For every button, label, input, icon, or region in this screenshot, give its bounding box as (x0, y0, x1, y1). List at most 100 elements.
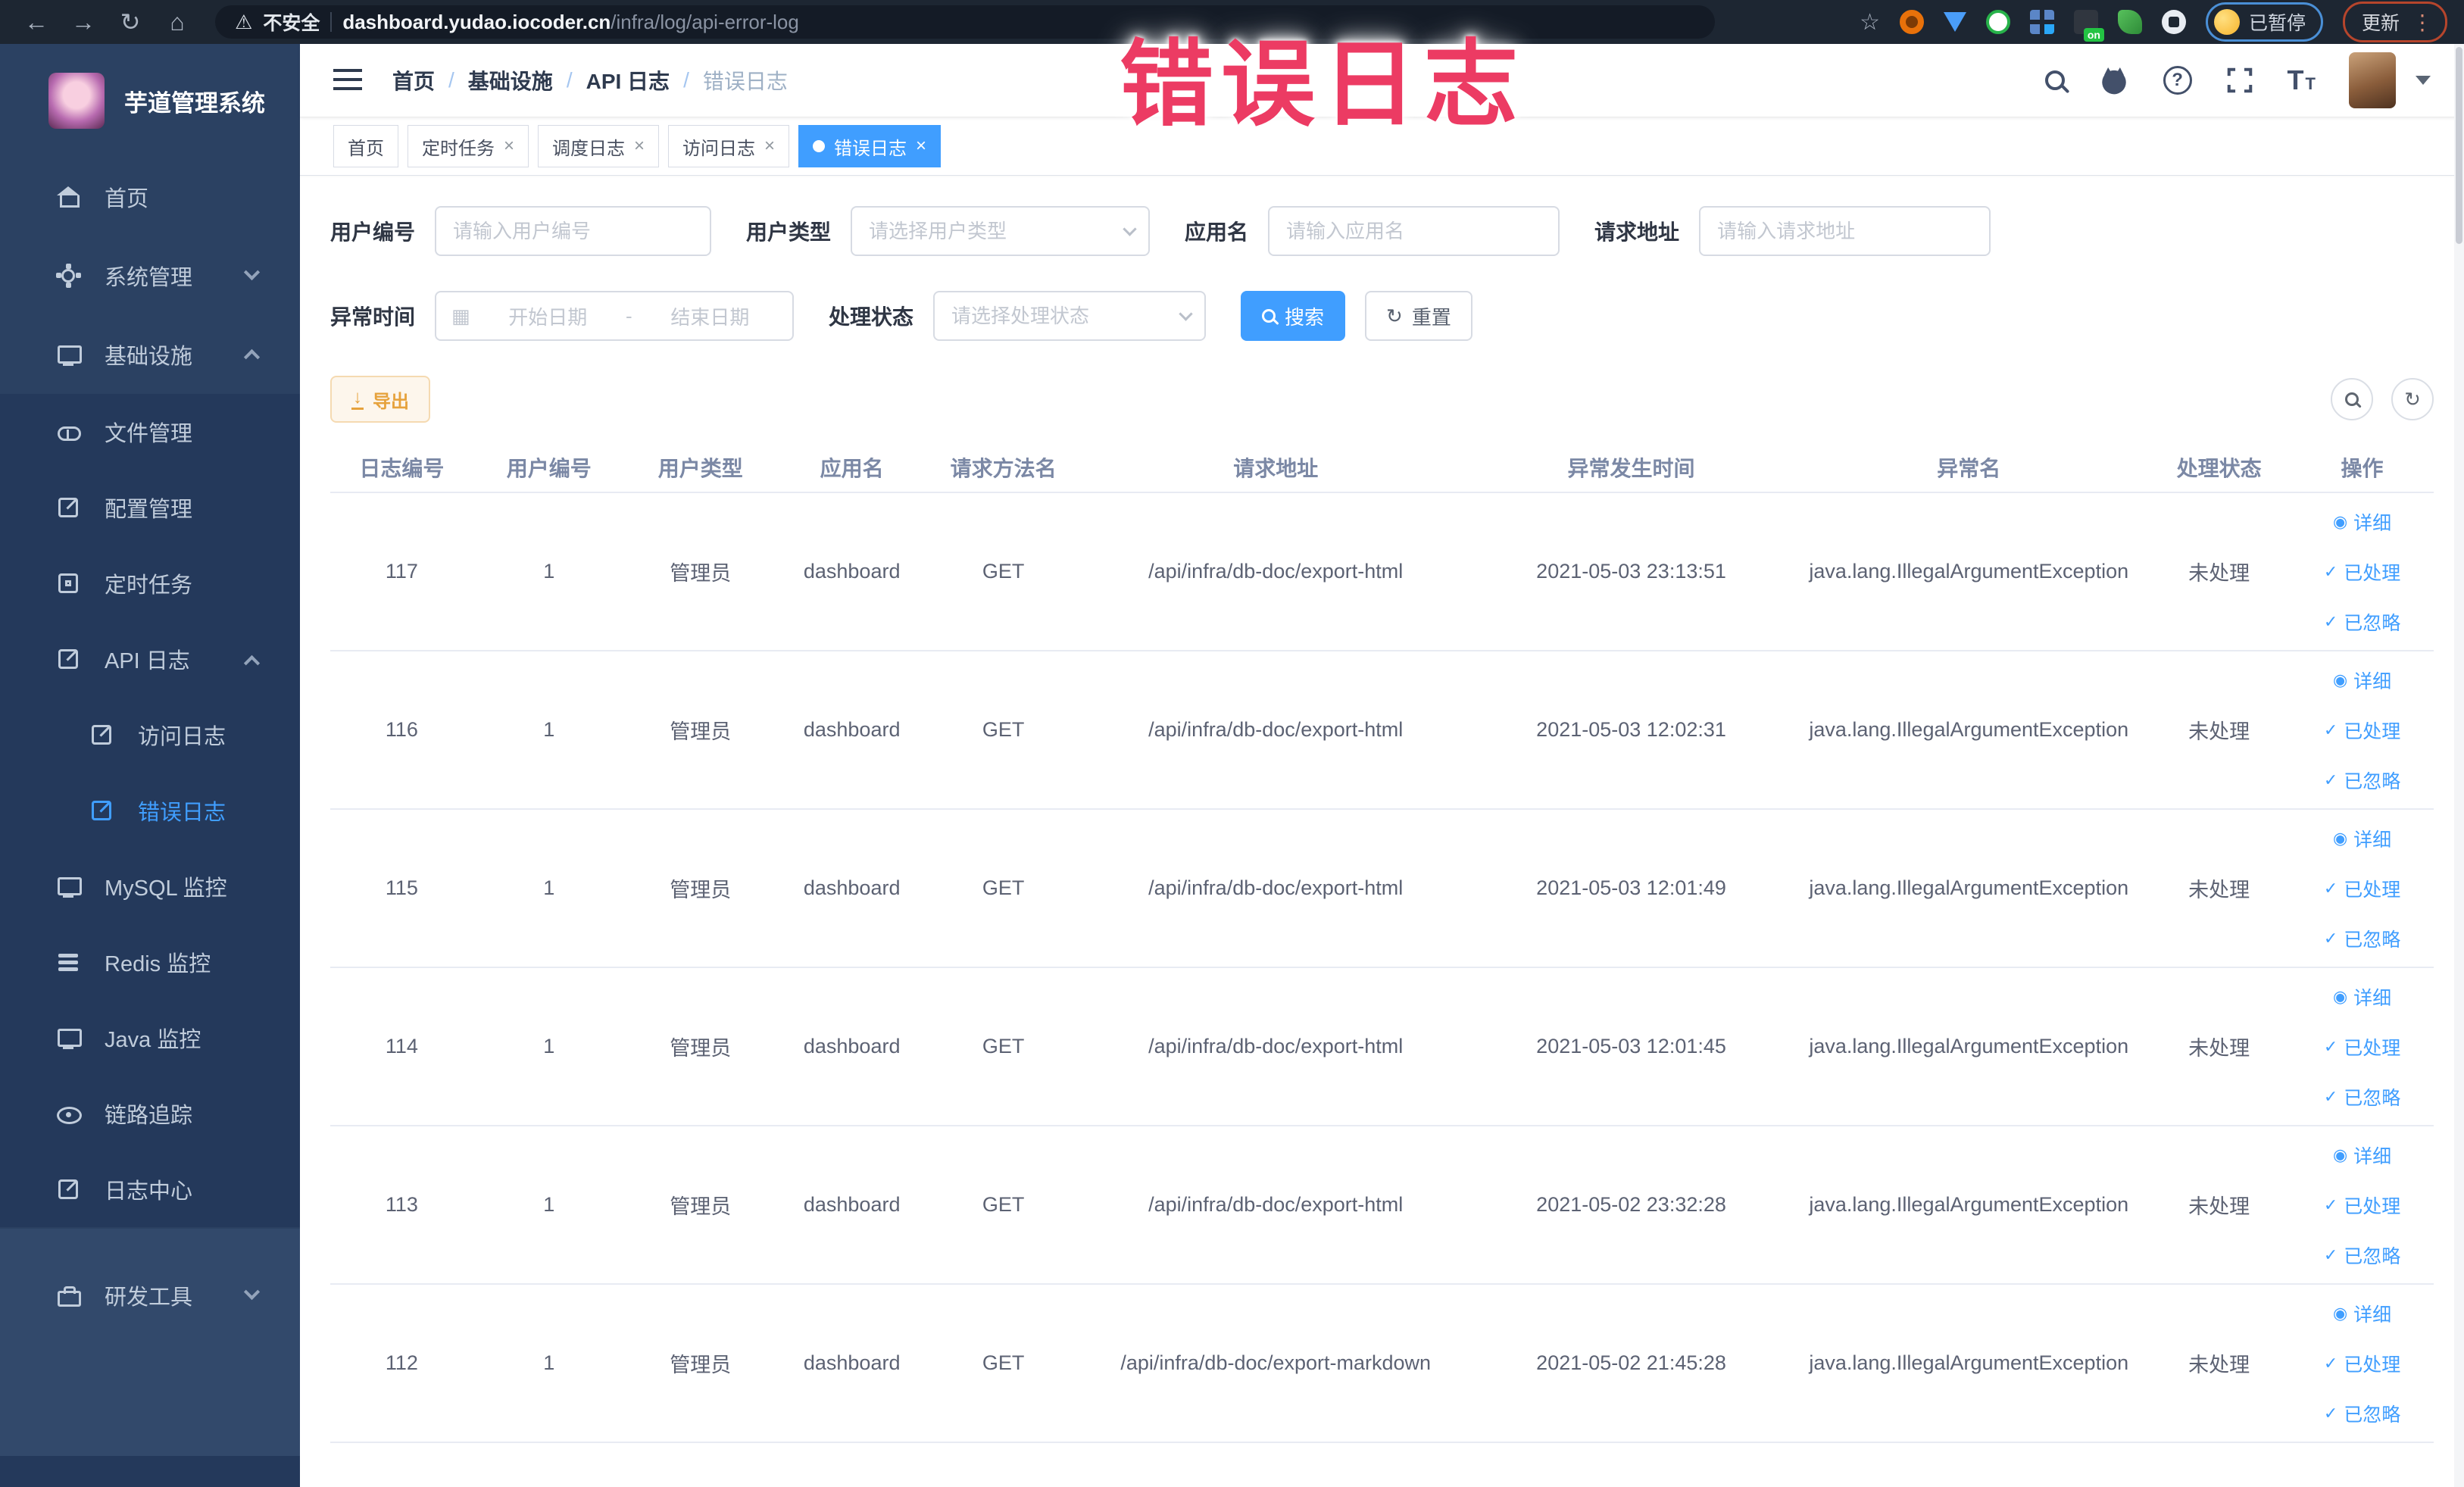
detail-link[interactable]: ◉ 详细 (2295, 814, 2429, 864)
redis-layers-icon (56, 950, 80, 974)
sidebar-item-home[interactable]: 首页 (0, 158, 300, 236)
tab-scheduled-tasks[interactable]: 定时任务 × (408, 125, 529, 167)
mark-ignored-link[interactable]: ✓ 已忽略 (2295, 1230, 2429, 1280)
user-type-select[interactable] (851, 206, 1151, 256)
browser-back-icon[interactable]: ← (17, 8, 56, 36)
close-icon[interactable]: × (764, 137, 775, 155)
security-label[interactable]: 不安全 (263, 8, 320, 36)
sidebar-item-trace[interactable]: 链路追踪 (0, 1076, 300, 1151)
sidebar-item-mysql-monitor[interactable]: MySQL 监控 (0, 848, 300, 924)
fullscreen-icon[interactable] (2225, 66, 2254, 95)
bookmark-star-icon[interactable]: ☆ (1860, 9, 1880, 36)
tab-access-log[interactable]: 访问日志 × (668, 125, 790, 167)
tab-home[interactable]: 首页 (333, 125, 398, 167)
sidebar-item-label: 链路追踪 (105, 1104, 193, 1128)
extension-icon-dark[interactable]: on (2073, 10, 2104, 42)
extension-icon-orange[interactable] (1899, 10, 1924, 34)
page-scrollbar[interactable] (2454, 44, 2464, 1487)
app-logo-row[interactable]: 芋道管理系统 (0, 44, 300, 158)
ignored-label: 已忽略 (2344, 1087, 2401, 1109)
reset-button[interactable]: ↻ 重置 (1365, 291, 1472, 341)
breadcrumb-home[interactable]: 首页 (392, 65, 435, 95)
mark-processed-link[interactable]: ✓ 已处理 (2295, 547, 2429, 597)
font-size-icon[interactable] (2288, 67, 2316, 94)
start-date-placeholder[interactable]: 开始日期 (481, 302, 615, 330)
paused-label: 已暂停 (2248, 13, 2306, 34)
close-icon[interactable]: × (504, 137, 514, 155)
close-icon[interactable]: × (634, 137, 645, 155)
browser-menu-icon[interactable]: ⋮ (2412, 10, 2433, 35)
user-type-select-input[interactable] (851, 206, 1151, 256)
sidebar-item-scheduled-tasks[interactable]: 定时任务 (0, 545, 300, 621)
sidebar-item-label: Java 监控 (105, 1028, 201, 1052)
browser-update-button[interactable]: 更新 ⋮ (2342, 2, 2447, 42)
detail-link[interactable]: ◉ 详细 (2295, 972, 2429, 1022)
avatar-caret-down-icon[interactable] (2416, 76, 2431, 85)
profile-paused-badge[interactable]: 已暂停 (2205, 2, 2323, 42)
url-text[interactable]: dashboard.yudao.iocoder.cn/infra/log/api… (342, 11, 799, 34)
detail-link[interactable]: ◉ 详细 (2295, 1289, 2429, 1339)
browser-home-icon[interactable]: ⌂ (158, 8, 197, 36)
tab-label: 首页 (348, 138, 384, 159)
sidebar-item-error-log[interactable]: 错误日志 (0, 773, 300, 848)
end-date-placeholder[interactable]: 结束日期 (643, 302, 777, 330)
request-url-input[interactable] (1699, 206, 1991, 256)
user-avatar[interactable] (2349, 52, 2396, 108)
mark-processed-link[interactable]: ✓ 已处理 (2295, 864, 2429, 914)
mark-processed-link[interactable]: ✓ 已处理 (2295, 1180, 2429, 1230)
ignored-label: 已忽略 (2344, 612, 2401, 634)
sidebar-item-access-log[interactable]: 访问日志 (0, 697, 300, 773)
search-icon[interactable] (2044, 70, 2065, 90)
github-icon[interactable] (2098, 64, 2130, 96)
user-id-input[interactable] (435, 206, 712, 256)
mark-processed-link[interactable]: ✓ 已处理 (2295, 705, 2429, 755)
search-button[interactable]: 搜索 (1241, 291, 1346, 341)
toggle-search-button[interactable] (2331, 378, 2373, 420)
extension-icon-green-circle[interactable] (1985, 10, 2010, 34)
table-tool-buttons: ↻ (2331, 378, 2434, 420)
detail-link[interactable]: ◉ 详细 (2295, 655, 2429, 705)
sidebar-item-file-management[interactable]: 文件管理 (0, 394, 300, 470)
process-status-select-input[interactable] (933, 291, 1207, 341)
help-icon[interactable] (2163, 66, 2192, 95)
tab-schedule-log[interactable]: 调度日志 × (538, 125, 660, 167)
col-exception-time: 异常发生时间 (1472, 442, 1791, 493)
mark-ignored-link[interactable]: ✓ 已忽略 (2295, 1389, 2429, 1439)
mark-ignored-link[interactable]: ✓ 已忽略 (2295, 914, 2429, 964)
sidebar-item-log-center[interactable]: 日志中心 (0, 1151, 300, 1227)
close-icon[interactable]: × (916, 137, 926, 155)
hamburger-icon[interactable] (333, 69, 362, 92)
mark-ignored-link[interactable]: ✓ 已忽略 (2295, 597, 2429, 647)
extension-icon-grid[interactable] (2029, 10, 2054, 34)
sidebar-item-config-management[interactable]: 配置管理 (0, 470, 300, 545)
browser-reload-icon[interactable]: ↻ (111, 8, 150, 36)
tab-error-log[interactable]: 错误日志 × (798, 125, 942, 167)
browser-forward-icon[interactable]: → (64, 8, 103, 36)
mark-processed-link[interactable]: ✓ 已处理 (2295, 1022, 2429, 1072)
detail-link[interactable]: ◉ 详细 (2295, 497, 2429, 547)
sidebar-item-java-monitor[interactable]: Java 监控 (0, 1000, 300, 1076)
sidebar-item-api-log[interactable]: API 日志 (0, 621, 300, 697)
export-button[interactable]: ↓ 导出 (330, 376, 430, 423)
mark-ignored-link[interactable]: ✓ 已忽略 (2295, 755, 2429, 805)
process-status-select[interactable] (933, 291, 1207, 341)
app-name-input[interactable] (1268, 206, 1560, 256)
mark-ignored-link[interactable]: ✓ 已忽略 (2295, 1072, 2429, 1122)
sidebar-item-redis-monitor[interactable]: Redis 监控 (0, 924, 300, 1000)
check-icon: ✓ (2323, 611, 2338, 631)
sidebar-item-infrastructure[interactable]: 基础设施 (0, 315, 300, 394)
sidebar-item-system-management[interactable]: 系统管理 (0, 236, 300, 315)
exception-time-range-picker[interactable]: ▦ 开始日期 - 结束日期 (435, 291, 795, 341)
scrollbar-thumb[interactable] (2456, 47, 2462, 244)
extension-icon-leaf[interactable] (2117, 10, 2142, 34)
refresh-table-button[interactable]: ↻ (2391, 378, 2434, 420)
extensions-puzzle-icon[interactable] (2161, 10, 2186, 34)
address-bar[interactable]: ⚠ 不安全 dashboard.yudao.iocoder.cn/infra/l… (215, 5, 1715, 39)
task-icon (56, 571, 80, 595)
sidebar-item-dev-tools[interactable]: 研发工具 (0, 1256, 300, 1335)
detail-link[interactable]: ◉ 详细 (2295, 1130, 2429, 1180)
extension-icon-blue-drop[interactable] (1943, 12, 1966, 32)
mark-processed-link[interactable]: ✓ 已处理 (2295, 1339, 2429, 1389)
breadcrumb-api-log[interactable]: API 日志 (586, 65, 670, 95)
breadcrumb-infrastructure[interactable]: 基础设施 (468, 65, 553, 95)
